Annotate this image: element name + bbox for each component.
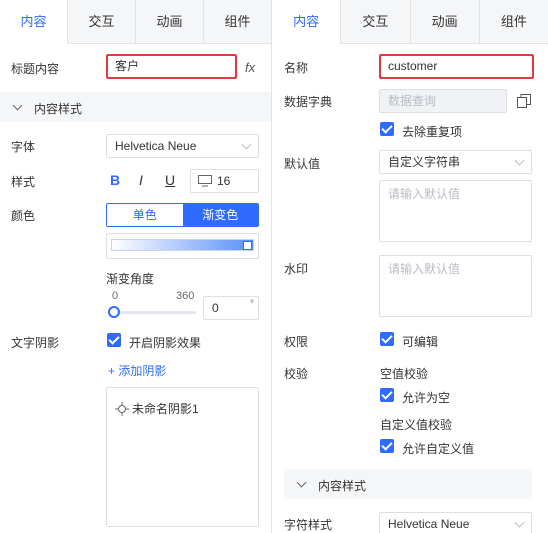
angle-min-label: 0: [112, 290, 119, 302]
dedupe-checkbox[interactable]: [380, 122, 394, 136]
chevron-down-icon: [12, 100, 23, 111]
angle-max-label: 360: [176, 290, 195, 302]
angle-input[interactable]: 0 °: [203, 296, 259, 320]
shadow-list: 未命名阴影1: [106, 387, 259, 527]
tab-content[interactable]: 内容: [0, 0, 68, 44]
name-input[interactable]: customer: [379, 54, 534, 79]
dedupe-label: 去除重复项: [402, 125, 463, 139]
style-label: 样式: [11, 175, 36, 189]
tab-interaction[interactable]: 交互: [68, 0, 136, 44]
font-size-input[interactable]: 16: [190, 169, 259, 193]
custom-validation-label: 自定义值校验: [380, 418, 453, 432]
title-content-label: 标题内容: [11, 62, 60, 76]
font-label: 字体: [11, 140, 36, 154]
default-value-placeholder: 请输入默认值: [388, 187, 461, 201]
add-shadow-link[interactable]: + 添加阴影: [108, 362, 166, 379]
data-dictionary-label: 数据字典: [284, 95, 333, 109]
name-label: 名称: [284, 61, 309, 75]
tab-component[interactable]: 组件: [204, 0, 271, 44]
color-mode-toggle: 单色 渐变色: [106, 203, 259, 227]
angle-value: 0: [212, 301, 219, 315]
right-tab-bar: 内容 交互 动画 组件: [272, 0, 548, 44]
editable-label: 可编辑: [402, 335, 439, 349]
gradient-angle-label: 渐变角度: [106, 272, 155, 286]
allow-empty-checkbox[interactable]: [380, 388, 394, 402]
angle-slider-track[interactable]: [112, 311, 196, 314]
tab-content[interactable]: 内容: [272, 0, 342, 44]
degree-symbol: °: [250, 299, 254, 310]
shadow-enable-label: 开启阴影效果: [129, 336, 202, 350]
italic-button[interactable]: I: [139, 172, 143, 188]
shadow-item-label: 未命名阴影1: [132, 402, 199, 416]
section-title: 内容样式: [34, 102, 83, 116]
data-dictionary-input[interactable]: 数据查询: [379, 89, 507, 113]
left-tab-bar: 内容 交互 动画 组件: [0, 0, 271, 44]
chevron-down-icon: [514, 155, 525, 166]
default-type-select[interactable]: 自定义字符串: [379, 150, 532, 174]
validation-label: 校验: [284, 367, 309, 381]
default-value-label: 默认值: [284, 157, 321, 171]
monitor-icon: [198, 175, 212, 187]
tab-component[interactable]: 组件: [480, 0, 548, 44]
permission-label: 权限: [284, 335, 309, 349]
copy-icon[interactable]: [517, 94, 531, 108]
gradient-stop-handle[interactable]: [243, 241, 252, 250]
font-size-value: 16: [217, 174, 231, 188]
char-style-label: 字符样式: [284, 518, 333, 532]
angle-slider-thumb[interactable]: [108, 306, 120, 318]
watermark-label: 水印: [284, 262, 309, 276]
underline-button[interactable]: U: [165, 172, 175, 188]
allow-custom-checkbox[interactable]: [380, 439, 394, 453]
left-property-panel: 内容 交互 动画 组件 标题内容 客户 fx 内容样式 字体 Helvetica…: [0, 0, 271, 533]
allow-empty-label: 允许为空: [402, 391, 451, 405]
color-label: 颜色: [11, 209, 36, 223]
text-shadow-label: 文字阴影: [11, 336, 60, 350]
shadow-enable-checkbox[interactable]: [107, 333, 121, 347]
editable-checkbox[interactable]: [380, 332, 394, 346]
tab-animation[interactable]: 动画: [411, 0, 480, 44]
gradient-editor: [106, 233, 259, 259]
right-property-panel: 内容 交互 动画 组件 名称 customer 数据字典 数据查询 去除重复项 …: [272, 0, 548, 533]
font-select[interactable]: Helvetica Neue: [106, 134, 259, 158]
chevron-down-icon: [241, 139, 252, 150]
allow-custom-label: 允许自定义值: [402, 442, 475, 456]
font-select-value: Helvetica Neue: [115, 139, 197, 153]
default-value-textarea[interactable]: 请输入默认值: [379, 180, 532, 242]
tab-interaction[interactable]: 交互: [341, 0, 411, 44]
char-font-value: Helvetica Neue: [388, 517, 470, 531]
crosshair-icon: [115, 401, 129, 416]
bold-button[interactable]: B: [110, 172, 120, 188]
watermark-textarea[interactable]: 请输入默认值: [379, 255, 532, 317]
watermark-placeholder: 请输入默认值: [388, 262, 461, 276]
fx-icon[interactable]: fx: [245, 60, 255, 75]
content-style-section[interactable]: 内容样式: [0, 92, 271, 122]
solid-color-option[interactable]: 单色: [107, 204, 183, 226]
default-type-value: 自定义字符串: [388, 155, 461, 169]
char-font-select[interactable]: Helvetica Neue: [379, 512, 532, 533]
gradient-bar[interactable]: [111, 239, 254, 251]
content-style-section[interactable]: 内容样式: [284, 469, 532, 499]
section-title: 内容样式: [318, 479, 367, 493]
shadow-list-item[interactable]: 未命名阴影1: [115, 400, 199, 417]
empty-validation-label: 空值校验: [380, 367, 429, 381]
gradient-color-option[interactable]: 渐变色: [182, 204, 258, 226]
chevron-down-icon: [514, 517, 525, 528]
tab-animation[interactable]: 动画: [136, 0, 204, 44]
title-content-input[interactable]: 客户: [106, 54, 237, 79]
chevron-down-icon: [296, 477, 307, 488]
